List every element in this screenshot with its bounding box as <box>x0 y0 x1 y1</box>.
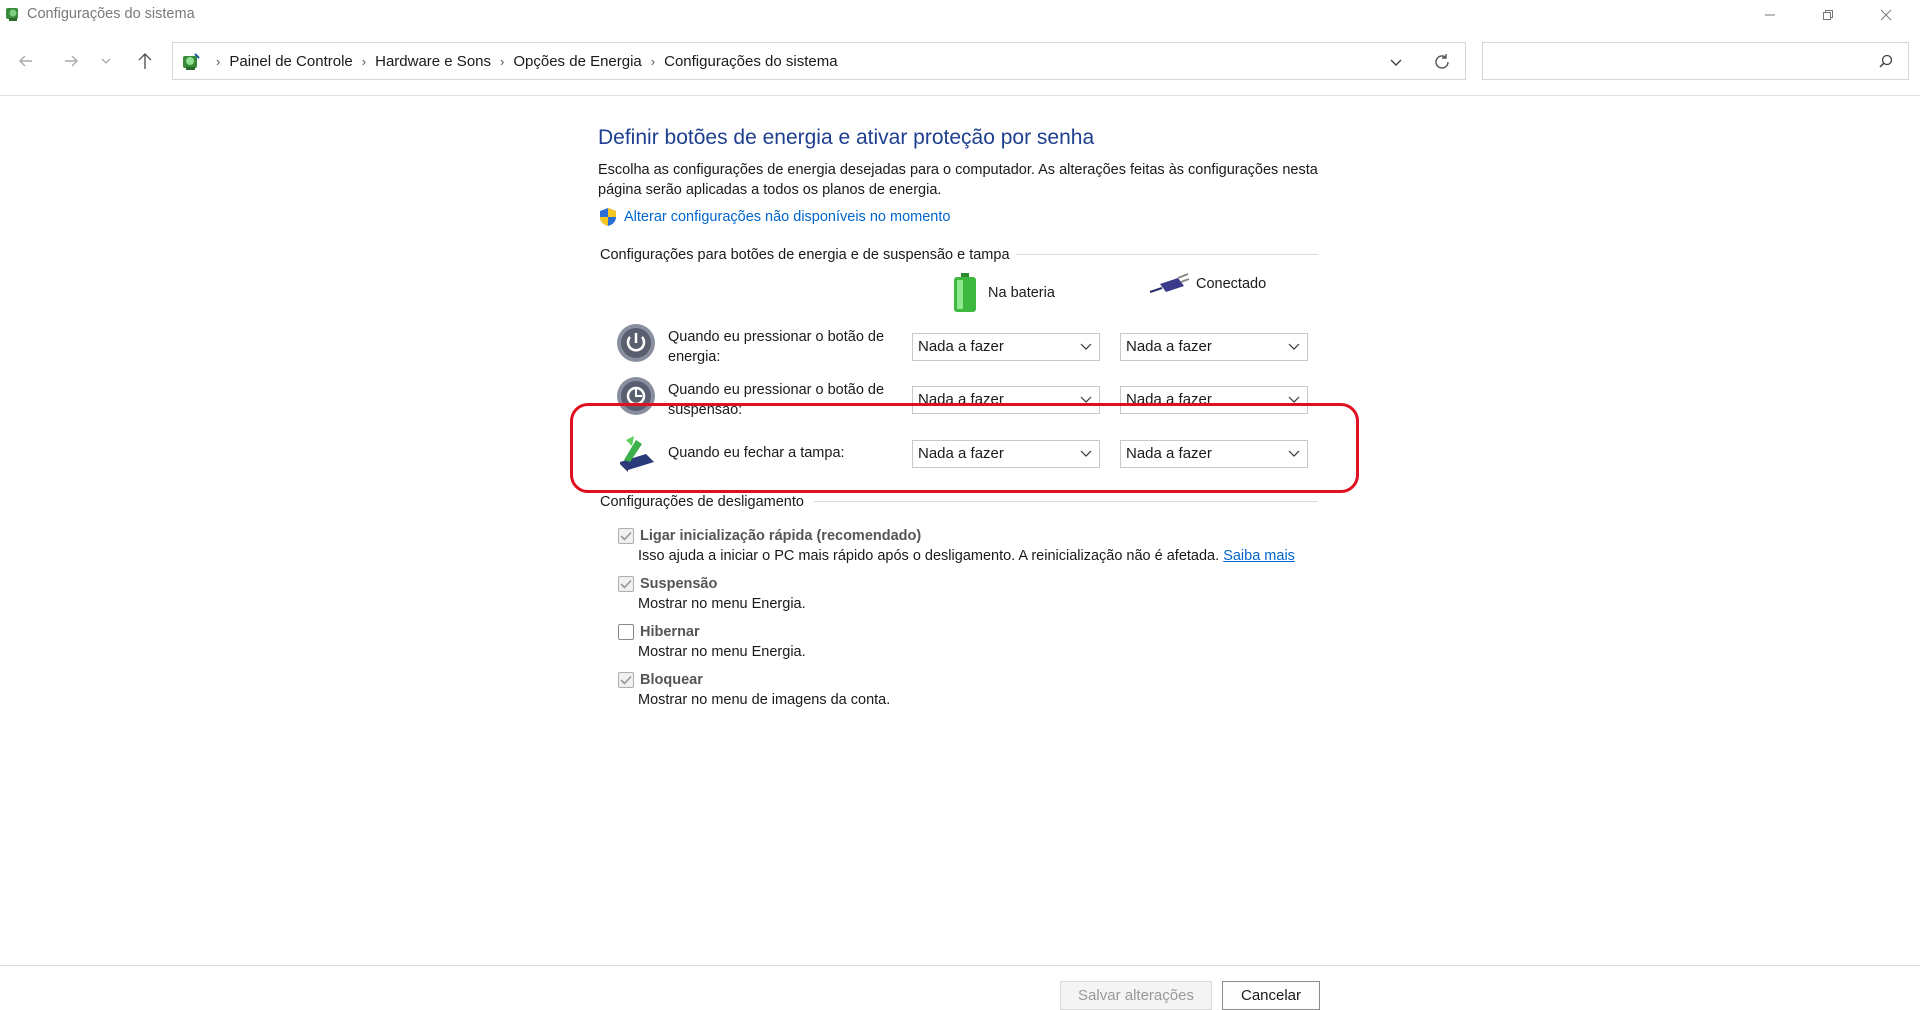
save-changes-button[interactable]: Salvar alterações <box>1060 981 1212 1010</box>
breadcrumb-configuracoes-do-sistema[interactable]: Configurações do sistema <box>664 53 837 70</box>
section-divider <box>1016 254 1318 255</box>
sleep-button-plugged-select[interactable]: Nada a fazer <box>1120 386 1308 414</box>
breadcrumb-opcoes-de-energia[interactable]: Opções de Energia <box>513 53 641 70</box>
power-button-icon <box>617 324 655 362</box>
footer-bar: Salvar alterações Cancelar <box>0 965 1920 1010</box>
breadcrumb-separator: › <box>216 53 221 69</box>
sleep-option-label: Suspensão <box>640 576 718 592</box>
recent-locations-button[interactable] <box>98 48 114 74</box>
chevron-down-icon <box>1288 396 1300 403</box>
lid-close-battery-select[interactable]: Nada a fazer <box>912 440 1100 468</box>
address-dropdown-icon[interactable] <box>1387 53 1405 71</box>
laptop-lid-icon <box>620 436 654 472</box>
power-button-label: Quando eu pressionar o botão de energia: <box>668 329 885 365</box>
fast-startup-checkbox[interactable] <box>618 528 634 544</box>
breadcrumb-painel-de-controle[interactable]: Painel de Controle <box>229 53 352 70</box>
uac-change-settings-link[interactable]: Alterar configurações não disponíveis no… <box>598 207 950 227</box>
fast-startup-row: Ligar inicialização rápida (recomendado) <box>618 528 921 544</box>
title-bar: Configurações do sistema <box>0 0 1920 30</box>
page-title: Definir botões de energia e ativar prote… <box>598 126 1095 149</box>
chevron-down-icon <box>101 58 111 64</box>
cancel-button[interactable]: Cancelar <box>1222 981 1320 1010</box>
navigation-bar: › Painel de Controle › Hardware e Sons ›… <box>0 30 1920 96</box>
up-button[interactable] <box>132 48 158 74</box>
hibernate-option-description: Mostrar no menu Energia. <box>638 644 806 660</box>
power-button-plugged-select[interactable]: Nada a fazer <box>1120 333 1308 361</box>
window-title: Configurações do sistema <box>27 6 195 22</box>
plugged-column-label: Conectado <box>1196 276 1267 292</box>
buttons-section-heading: Configurações para botões de energia e d… <box>600 247 1010 263</box>
address-bar[interactable]: › Painel de Controle › Hardware e Sons ›… <box>172 42 1466 80</box>
sleep-checkbox[interactable] <box>618 576 634 592</box>
chevron-down-icon <box>1080 396 1092 403</box>
fast-startup-desc-text: Isso ajuda a iniciar o PC mais rápido ap… <box>638 548 1220 564</box>
battery-icon <box>954 273 976 312</box>
search-input[interactable] <box>1482 42 1909 80</box>
lock-option-description: Mostrar no menu de imagens da conta. <box>638 692 891 708</box>
breadcrumb: › Painel de Controle › Hardware e Sons ›… <box>207 43 838 79</box>
minimize-button[interactable] <box>1742 0 1798 30</box>
forward-button[interactable] <box>58 48 84 74</box>
checkmark-icon <box>620 675 632 685</box>
close-button[interactable] <box>1858 0 1914 30</box>
control-panel-icon <box>183 53 200 70</box>
learn-more-link[interactable]: Saiba mais <box>1223 548 1295 564</box>
shutdown-section-heading: Configurações de desligamento <box>600 494 804 510</box>
search-icon <box>1879 54 1893 68</box>
chevron-down-icon <box>1080 450 1092 457</box>
section-divider <box>814 501 1318 502</box>
battery-column-label: Na bateria <box>988 285 1055 301</box>
breadcrumb-hardware-e-sons[interactable]: Hardware e Sons <box>375 53 491 70</box>
breadcrumb-separator[interactable]: › <box>500 54 504 69</box>
selected-value: Nada a fazer <box>1126 338 1212 355</box>
sleep-option-description: Mostrar no menu Energia. <box>638 596 806 612</box>
sleep-button-icon <box>617 377 655 415</box>
selected-value: Nada a fazer <box>918 445 1004 462</box>
lid-close-label: Quando eu fechar a tampa: <box>668 445 845 461</box>
refresh-icon[interactable] <box>1432 52 1452 72</box>
arrow-right-icon <box>65 55 78 67</box>
arrow-up-icon <box>138 53 152 69</box>
lock-checkbox[interactable] <box>618 672 634 688</box>
restore-icon <box>1823 10 1833 20</box>
power-button-battery-select[interactable]: Nada a fazer <box>912 333 1100 361</box>
minimize-icon <box>1765 14 1775 16</box>
checkmark-icon <box>620 531 632 541</box>
fast-startup-label: Ligar inicialização rápida (recomendado) <box>640 528 922 544</box>
battery-column-header: Na bateria <box>950 272 1055 314</box>
checkmark-icon <box>620 579 632 589</box>
restore-button[interactable] <box>1800 0 1856 30</box>
fast-startup-description: Isso ajuda a iniciar o PC mais rápido ap… <box>638 548 1295 564</box>
power-plug-icon <box>1149 273 1190 293</box>
hibernate-option-label: Hibernar <box>640 624 700 640</box>
uac-link-text[interactable]: Alterar configurações não disponíveis no… <box>624 209 950 225</box>
lock-option-row: Bloquear <box>618 672 703 688</box>
breadcrumb-separator[interactable]: › <box>651 54 655 69</box>
back-button[interactable] <box>13 48 39 74</box>
control-panel-icon <box>6 8 18 21</box>
page-description: Escolha as configurações de energia dese… <box>598 162 1318 198</box>
sleep-option-row: Suspensão <box>618 576 717 592</box>
hibernate-checkbox[interactable] <box>618 624 634 640</box>
chevron-down-icon <box>1288 343 1300 350</box>
lock-option-label: Bloquear <box>640 672 703 688</box>
plugged-column-header: Conectado <box>1148 272 1266 296</box>
selected-value: Nada a fazer <box>1126 391 1212 408</box>
selected-value: Nada a fazer <box>918 391 1004 408</box>
hibernate-option-row: Hibernar <box>618 624 700 640</box>
chevron-down-icon <box>1080 343 1092 350</box>
lid-close-plugged-select[interactable]: Nada a fazer <box>1120 440 1308 468</box>
breadcrumb-separator[interactable]: › <box>362 54 366 69</box>
arrow-left-icon <box>19 55 32 67</box>
chevron-down-icon <box>1288 450 1300 457</box>
selected-value: Nada a fazer <box>1126 445 1212 462</box>
uac-shield-icon <box>600 208 616 226</box>
sleep-button-label: Quando eu pressionar o botão de suspensã… <box>668 382 885 418</box>
close-icon <box>1880 9 1892 21</box>
selected-value: Nada a fazer <box>918 338 1004 355</box>
sleep-button-battery-select[interactable]: Nada a fazer <box>912 386 1100 414</box>
